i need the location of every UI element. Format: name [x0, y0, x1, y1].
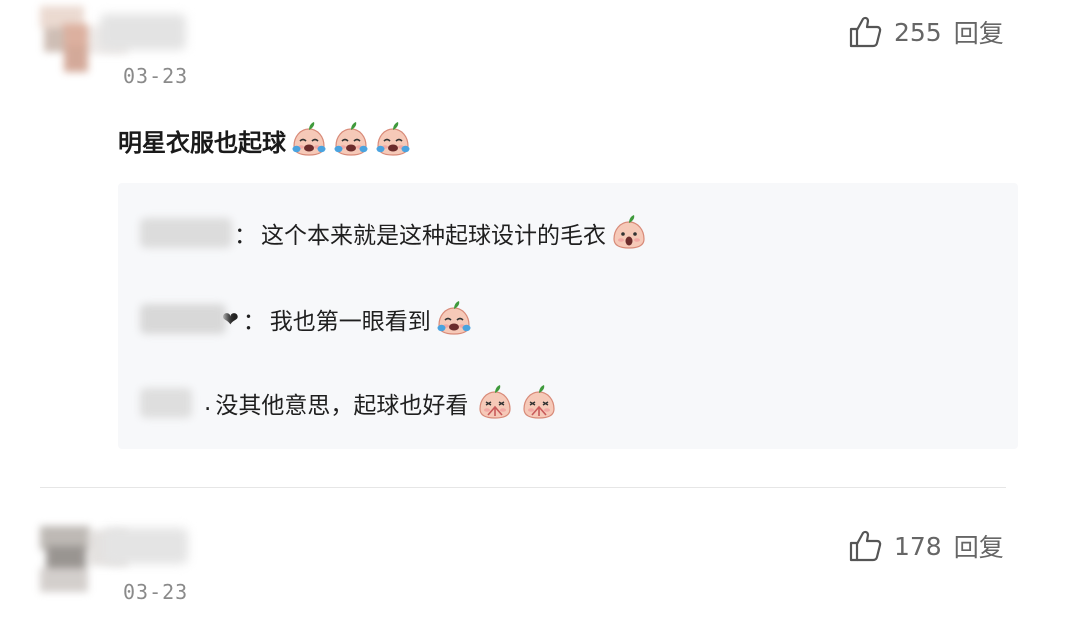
comment-body: 明星衣服也起球: [118, 118, 412, 162]
reply-text: 我也第一眼看到: [269, 309, 431, 335]
comment-date: 03-23: [123, 64, 189, 88]
reply-separator: .: [204, 390, 212, 416]
username[interactable]: [104, 528, 188, 564]
thumbs-up-icon[interactable]: [848, 529, 882, 563]
like-count: 255: [894, 17, 942, 47]
awkward-face-icon: [520, 384, 558, 422]
comment-divider: [40, 487, 1006, 488]
comment-feed: 03-23 255 回复 明星衣服也起球 ： 这个本来就是这种起球设计的毛衣 ❤…: [0, 0, 1082, 622]
comment-actions: 178 回复: [848, 528, 1004, 564]
reply-username[interactable]: [140, 304, 226, 334]
reply-list: ： 这个本来就是这种起球设计的毛衣 ❤ ： 我也第一眼看到 . 没其他意思，起球…: [118, 183, 1018, 449]
like-count: 178: [894, 531, 942, 561]
reply-item: . 没其他意思，起球也好看: [140, 381, 558, 425]
crying-face-icon: [374, 121, 412, 159]
comment-date: 03-23: [123, 580, 189, 604]
awkward-face-icon: [476, 384, 514, 422]
crying-face-icon: [435, 300, 473, 338]
reply-username[interactable]: [140, 218, 232, 248]
reply-text: 这个本来就是这种起球设计的毛衣: [261, 223, 606, 249]
reply-item: ： 这个本来就是这种起球设计的毛衣: [140, 211, 648, 255]
reply-username[interactable]: [140, 388, 192, 418]
reply-text: 没其他意思，起球也好看: [215, 393, 469, 419]
thumbs-up-icon[interactable]: [848, 15, 882, 49]
reply-button[interactable]: 回复: [954, 528, 1004, 564]
reply-item: ❤ ： 我也第一眼看到: [140, 297, 473, 341]
reply-separator: ：: [234, 223, 257, 249]
username[interactable]: [100, 14, 186, 50]
reply-button[interactable]: 回复: [954, 14, 1004, 50]
crying-face-icon: [332, 121, 370, 159]
comment-actions: 255 回复: [848, 14, 1004, 50]
comment-text: 明星衣服也起球: [118, 128, 286, 157]
surprised-face-icon: [610, 214, 648, 252]
crying-face-icon: [290, 121, 328, 159]
reply-separator: ：: [242, 309, 266, 335]
